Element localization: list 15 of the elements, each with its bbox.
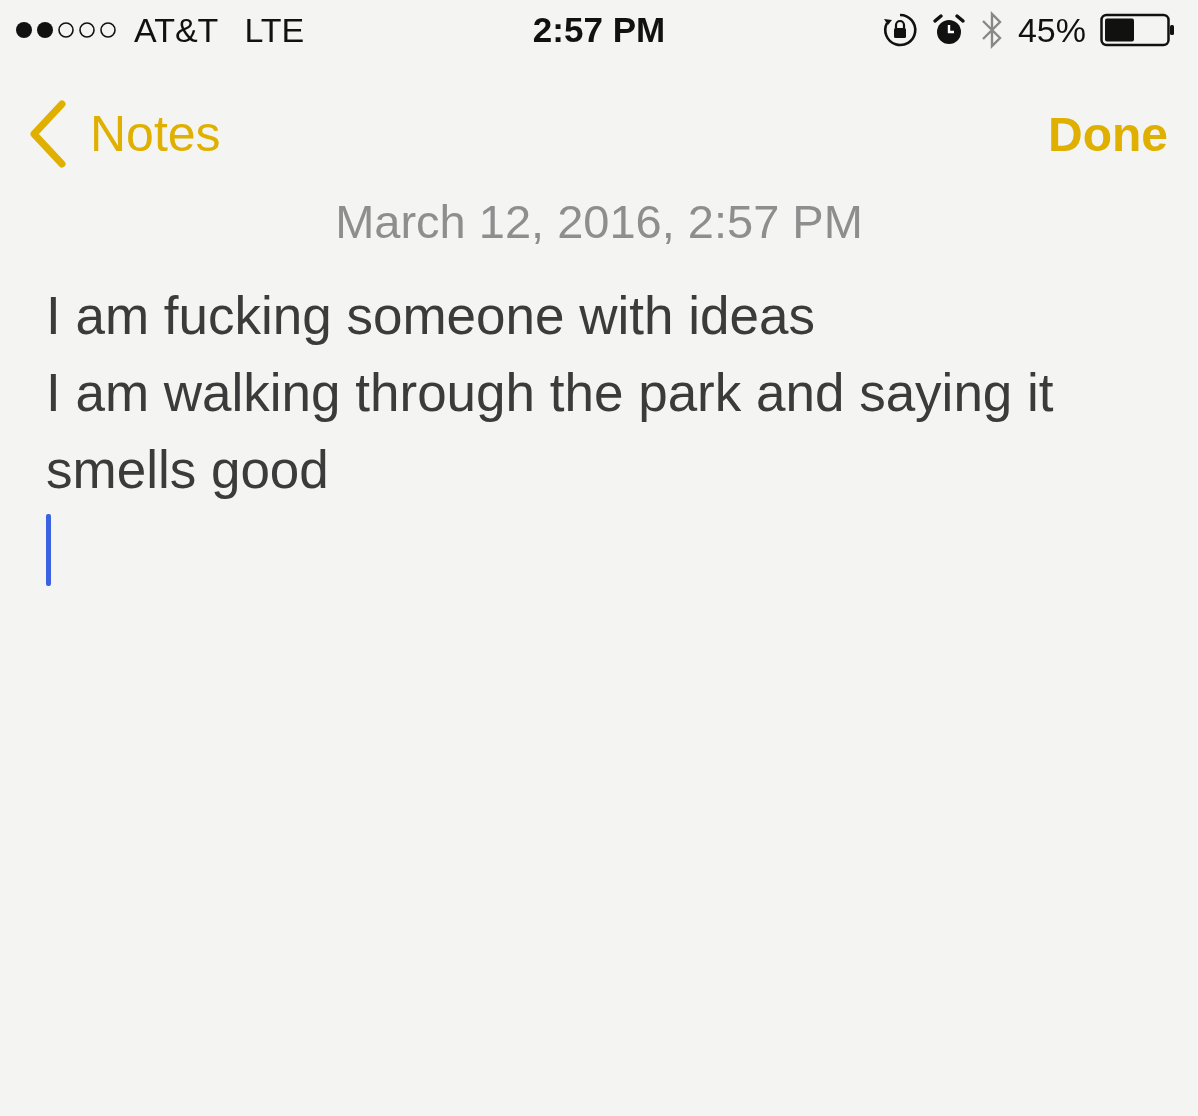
battery-percentage: 45%	[1017, 10, 1086, 50]
battery-icon	[1100, 13, 1176, 47]
network-type: LTE	[244, 10, 305, 50]
alarm-icon	[931, 13, 966, 47]
carrier: AT&T	[134, 10, 219, 50]
back-button[interactable]: Notes	[26, 100, 221, 168]
done-button[interactable]: Done	[1048, 106, 1168, 162]
rotation-lock-icon	[881, 12, 918, 48]
clock: 2:57 PM	[532, 10, 666, 50]
note-text-line: smells good	[46, 439, 330, 501]
note-date: March 12, 2016, 2:57 PM	[334, 194, 864, 249]
note-text-line: I am walking through the park and saying it	[46, 362, 1055, 424]
bluetooth-icon	[979, 10, 1004, 50]
note-text-line: I am fucking someone with ideas	[46, 285, 816, 347]
text-cursor	[46, 514, 51, 586]
